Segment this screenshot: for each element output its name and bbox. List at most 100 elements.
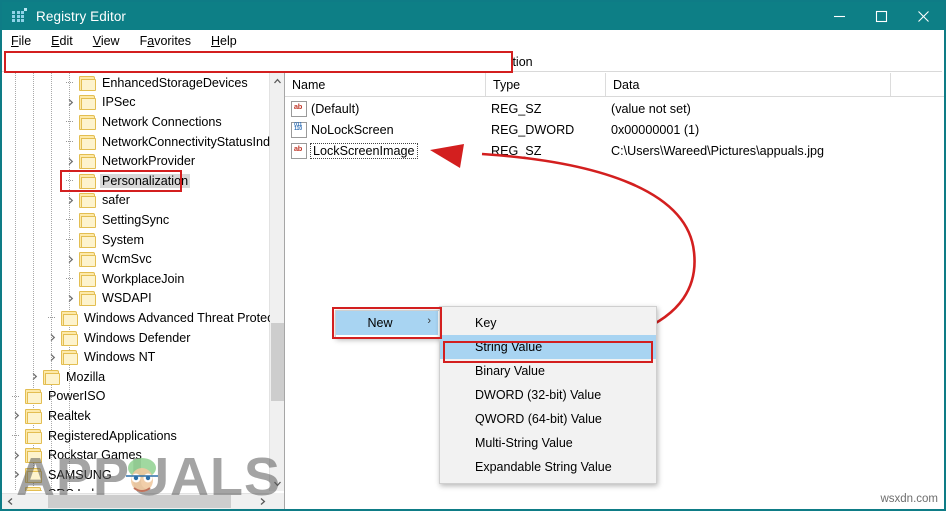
column-header-type[interactable]: Type bbox=[485, 73, 605, 96]
tree-expander-icon[interactable] bbox=[8, 406, 24, 426]
tree-item-label: NetworkProvider bbox=[102, 154, 196, 169]
registry-editor-window: Registry Editor File Edit View Favorites Hel… bbox=[0, 0, 946, 511]
menu-edit[interactable]: Edit bbox=[51, 34, 73, 48]
submenu-item[interactable]: DWORD (32-bit) Value bbox=[440, 383, 656, 407]
column-header-name[interactable]: Name bbox=[285, 73, 485, 96]
wsxdn-watermark: wsxdn.com bbox=[880, 493, 938, 505]
tree-item[interactable]: Windows NT bbox=[2, 347, 157, 367]
tree-item[interactable]: WcmSvc bbox=[2, 249, 154, 269]
tree-expander-icon[interactable] bbox=[44, 328, 60, 348]
folder-icon bbox=[78, 75, 96, 91]
menu-help[interactable]: Help bbox=[211, 34, 237, 48]
submenu-item[interactable]: QWORD (64-bit) Value bbox=[440, 407, 656, 431]
submenu-item-label: Multi-String Value bbox=[475, 436, 573, 450]
string-value-icon: ab bbox=[291, 143, 307, 159]
tree-leaf-connector bbox=[8, 426, 24, 446]
tree-expander-icon[interactable] bbox=[62, 249, 78, 269]
folder-icon bbox=[78, 252, 96, 268]
close-button[interactable] bbox=[902, 2, 944, 30]
tree-item-label: Realtek bbox=[48, 408, 91, 423]
tree-item[interactable]: WSDAPI bbox=[2, 289, 154, 309]
tree-item-label: WSDAPI bbox=[102, 291, 152, 306]
folder-icon bbox=[78, 212, 96, 228]
tree-item[interactable]: NetworkProvider bbox=[2, 151, 197, 171]
new-annotation-box bbox=[332, 307, 442, 339]
tree-item-label: WorkplaceJoin bbox=[102, 271, 185, 286]
registry-tree: EnhancedStorageDevices IPSec Network Conne… bbox=[2, 73, 270, 491]
tree-leaf-connector bbox=[62, 210, 78, 230]
tree-item-label: Windows Advanced Threat Protec bbox=[84, 310, 270, 325]
address-bar[interactable]: Computer\HKEY_LOCAL_MACHINE\SOFTWARE\Pol… bbox=[2, 52, 942, 72]
menu-bar: File Edit View Favorites Help bbox=[2, 30, 944, 52]
tree-item[interactable]: WorkplaceJoin bbox=[2, 269, 186, 289]
tree-item[interactable]: RegisteredApplications bbox=[2, 426, 179, 446]
value-data-cell: C:\Users\Wareed\Pictures\appuals.jpg bbox=[611, 143, 825, 158]
folder-icon bbox=[78, 173, 96, 189]
values-list-row[interactable]: 011 110 NoLockScreen REG_DWORD 0x00000001 (1… bbox=[285, 119, 944, 140]
menu-view[interactable]: View bbox=[93, 34, 120, 48]
minimize-button[interactable] bbox=[818, 2, 860, 30]
value-data-cell: (value not set) bbox=[611, 101, 691, 116]
tree-item-selected[interactable]: Personalization bbox=[2, 171, 191, 191]
tree-expander-icon[interactable] bbox=[62, 151, 78, 171]
submenu-item-label: Binary Value bbox=[475, 364, 545, 378]
values-list-row[interactable]: ab LockScreenImage REG_SZ C:\Users\Wareed\P… bbox=[285, 140, 944, 161]
tree-item[interactable]: safer bbox=[2, 191, 132, 211]
title-bar: Registry Editor bbox=[2, 2, 944, 30]
tree-item-label: SettingSync bbox=[102, 212, 170, 227]
tree-item[interactable]: SettingSync bbox=[2, 210, 171, 230]
maximize-button[interactable] bbox=[860, 2, 902, 30]
folder-icon bbox=[42, 369, 60, 385]
folder-icon bbox=[78, 232, 96, 248]
column-header-data[interactable]: Data bbox=[605, 73, 890, 96]
tree-item-label: EnhancedStorageDevices bbox=[102, 75, 248, 90]
tree-expander-icon[interactable] bbox=[62, 191, 78, 211]
tree-item[interactable]: Windows Advanced Threat Protec bbox=[2, 308, 270, 328]
tree-expander-icon[interactable] bbox=[62, 93, 78, 113]
value-name: (Default) bbox=[311, 101, 360, 116]
value-name: NoLockScreen bbox=[311, 122, 394, 137]
submenu-item[interactable]: Expandable String Value bbox=[440, 455, 656, 479]
tree-item-label: Windows Defender bbox=[84, 330, 191, 345]
submenu-item-label: DWORD (32-bit) Value bbox=[475, 388, 602, 402]
tree-leaf-connector bbox=[62, 132, 78, 152]
tree-item[interactable]: IPSec bbox=[2, 93, 138, 113]
tree-expander-icon[interactable] bbox=[44, 347, 60, 367]
tree-item[interactable]: Mozilla bbox=[2, 367, 107, 387]
tree-scroll-up-button[interactable] bbox=[270, 73, 284, 89]
tree-expander-icon[interactable] bbox=[62, 289, 78, 309]
submenu-item[interactable]: Multi-String Value bbox=[440, 431, 656, 455]
submenu-item-label: Key bbox=[475, 316, 497, 330]
value-name-cell[interactable]: 011 110 NoLockScreen bbox=[291, 119, 485, 140]
folder-icon bbox=[78, 193, 96, 209]
tree-item[interactable]: Windows Defender bbox=[2, 328, 192, 348]
tree-item-label: Mozilla bbox=[66, 369, 106, 384]
tree-item[interactable]: NetworkConnectivityStatusIndi bbox=[2, 132, 270, 152]
tree-item-label: safer bbox=[102, 193, 130, 208]
address-path: Computer\HKEY_LOCAL_MACHINE\SOFTWARE\Pol… bbox=[10, 54, 533, 69]
tree-leaf-connector bbox=[44, 308, 60, 328]
tree-leaf-connector bbox=[62, 269, 78, 289]
folder-icon bbox=[60, 330, 78, 346]
tree-scrollbar-thumb[interactable] bbox=[271, 323, 284, 401]
tree-item[interactable]: Realtek bbox=[2, 406, 93, 426]
submenu-item[interactable]: Key bbox=[440, 311, 656, 335]
tree-vertical-scrollbar[interactable] bbox=[269, 73, 284, 491]
tree-item[interactable]: EnhancedStorageDevices bbox=[2, 73, 250, 93]
tree-leaf-connector bbox=[62, 171, 78, 191]
tree-item-label: WcmSvc bbox=[102, 252, 152, 267]
value-name-cell[interactable]: ab (Default) bbox=[291, 98, 485, 119]
appuals-logo-icon bbox=[126, 458, 158, 492]
menu-favorites[interactable]: Favorites bbox=[140, 34, 191, 48]
menu-file[interactable]: File bbox=[11, 34, 31, 48]
window-controls bbox=[818, 2, 944, 30]
tree-item[interactable]: Network Connections bbox=[2, 112, 224, 132]
tree-item[interactable]: System bbox=[2, 230, 146, 250]
folder-icon bbox=[78, 134, 96, 150]
tree-expander-icon[interactable] bbox=[26, 367, 42, 387]
tree-item-label: Network Connections bbox=[102, 114, 222, 129]
values-list-row[interactable]: ab (Default) REG_SZ (value not set) bbox=[285, 98, 944, 119]
value-name-cell[interactable]: ab LockScreenImage bbox=[291, 140, 485, 161]
folder-icon bbox=[24, 428, 42, 444]
tree-item[interactable]: PowerISO bbox=[2, 387, 107, 407]
